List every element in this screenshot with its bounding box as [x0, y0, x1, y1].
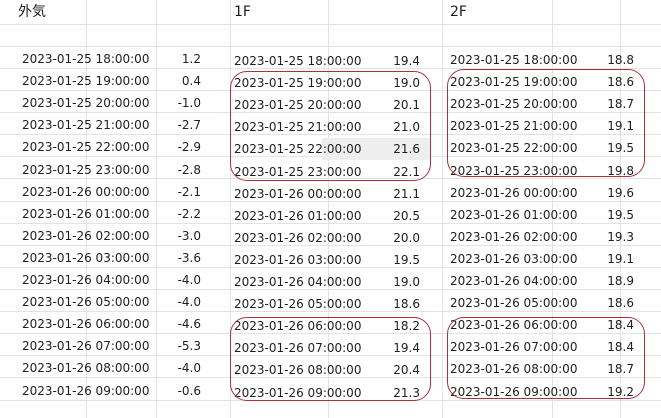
floor1-value-cell[interactable]: 20.0 [380, 231, 420, 245]
floor2-value-cell[interactable]: 19.6 [594, 186, 634, 200]
floor2-header[interactable]: 2F [450, 3, 467, 21]
grid-row-line [0, 245, 661, 246]
outside-value-cell[interactable]: -4.0 [161, 361, 201, 375]
outside-time-cell[interactable]: 2023-01-25 20:00:00 [22, 96, 149, 110]
outside-time-cell[interactable]: 2023-01-25 21:00:00 [22, 118, 149, 132]
outside-time-cell[interactable]: 2023-01-25 18:00:00 [22, 52, 149, 66]
outside-time-cell[interactable]: 2023-01-26 03:00:00 [22, 251, 149, 265]
grid-column-line [442, 0, 443, 418]
outside-time-cell[interactable]: 2023-01-26 06:00:00 [22, 317, 149, 331]
floor2-time-cell[interactable]: 2023-01-26 03:00:00 [450, 252, 577, 266]
floor2-time-cell[interactable]: 2023-01-26 04:00:00 [450, 274, 577, 288]
outside-time-cell[interactable]: 2023-01-26 09:00:00 [22, 384, 149, 398]
outside-value-cell[interactable]: -2.7 [161, 118, 201, 132]
highlight-circle-1f-evening [230, 71, 431, 181]
floor1-value-cell[interactable]: 21.1 [380, 187, 420, 201]
floor1-time-cell[interactable]: 2023-01-26 00:00:00 [234, 187, 361, 201]
floor2-value-cell[interactable]: 18.8 [594, 53, 634, 67]
outside-value-cell[interactable]: -1.0 [161, 96, 201, 110]
outside-time-cell[interactable]: 2023-01-26 02:00:00 [22, 229, 149, 243]
outside-time-cell[interactable]: 2023-01-25 22:00:00 [22, 140, 149, 154]
floor1-value-cell[interactable]: 19.0 [380, 275, 420, 289]
grid-row-line [0, 46, 661, 47]
highlight-circle-2f-evening [447, 69, 645, 177]
outside-time-cell[interactable]: 2023-01-26 05:00:00 [22, 295, 149, 309]
spreadsheet-grid: 外気 1F 2F 2023-01-25 18:00:00 1.2 2023-01-2… [0, 0, 661, 418]
floor2-time-cell[interactable]: 2023-01-26 00:00:00 [450, 186, 577, 200]
grid-row-line [0, 267, 661, 268]
outside-value-cell[interactable]: -4.0 [161, 273, 201, 287]
outside-value-cell[interactable]: -2.8 [161, 163, 201, 177]
grid-column-line [156, 0, 157, 418]
outside-time-cell[interactable]: 2023-01-26 08:00:00 [22, 361, 149, 375]
outside-time-cell[interactable]: 2023-01-26 01:00:00 [22, 207, 149, 221]
outside-value-cell[interactable]: 0.4 [161, 74, 201, 88]
grid-row-line [0, 201, 661, 202]
floor1-time-cell[interactable]: 2023-01-26 04:00:00 [234, 275, 361, 289]
floor1-value-cell[interactable]: 20.5 [380, 209, 420, 223]
outside-value-cell[interactable]: -3.0 [161, 229, 201, 243]
floor1-header[interactable]: 1F [234, 3, 251, 21]
floor2-value-cell[interactable]: 19.5 [594, 208, 634, 222]
floor2-time-cell[interactable]: 2023-01-26 05:00:00 [450, 296, 577, 310]
outside-time-cell[interactable]: 2023-01-25 19:00:00 [22, 74, 149, 88]
floor1-value-cell[interactable]: 19.4 [380, 54, 420, 68]
floor2-value-cell[interactable]: 19.1 [594, 252, 634, 266]
floor2-time-cell[interactable]: 2023-01-26 01:00:00 [450, 208, 577, 222]
outside-header[interactable]: 外気 [18, 3, 46, 21]
outside-value-cell[interactable]: -3.6 [161, 251, 201, 265]
highlight-circle-2f-morning [447, 317, 645, 399]
outside-value-cell[interactable]: -2.2 [161, 207, 201, 221]
grid-row-line [0, 311, 661, 312]
floor2-time-cell[interactable]: 2023-01-26 02:00:00 [450, 230, 577, 244]
outside-value-cell[interactable]: -2.1 [161, 185, 201, 199]
floor2-value-cell[interactable]: 18.9 [594, 274, 634, 288]
highlight-circle-1f-morning [230, 317, 431, 401]
grid-row-line [0, 24, 661, 25]
floor1-time-cell[interactable]: 2023-01-26 03:00:00 [234, 253, 361, 267]
outside-value-cell[interactable]: -5.3 [161, 339, 201, 353]
outside-value-cell[interactable]: -4.0 [161, 295, 201, 309]
outside-time-cell[interactable]: 2023-01-26 07:00:00 [22, 339, 149, 353]
floor2-value-cell[interactable]: 18.6 [594, 296, 634, 310]
outside-value-cell[interactable]: 1.2 [161, 52, 201, 66]
outside-value-cell[interactable]: -4.6 [161, 317, 201, 331]
outside-value-cell[interactable]: -2.9 [161, 140, 201, 154]
outside-time-cell[interactable]: 2023-01-26 04:00:00 [22, 273, 149, 287]
floor1-time-cell[interactable]: 2023-01-26 02:00:00 [234, 231, 361, 245]
floor1-time-cell[interactable]: 2023-01-25 18:00:00 [234, 54, 361, 68]
grid-row-line [0, 223, 661, 224]
floor1-value-cell[interactable]: 19.5 [380, 253, 420, 267]
outside-time-cell[interactable]: 2023-01-26 00:00:00 [22, 185, 149, 199]
grid-row-line [0, 289, 661, 290]
floor2-value-cell[interactable]: 19.3 [594, 230, 634, 244]
floor1-value-cell[interactable]: 18.6 [380, 297, 420, 311]
outside-value-cell[interactable]: -0.6 [161, 384, 201, 398]
floor2-time-cell[interactable]: 2023-01-25 18:00:00 [450, 53, 577, 67]
floor1-time-cell[interactable]: 2023-01-26 01:00:00 [234, 209, 361, 223]
outside-time-cell[interactable]: 2023-01-25 23:00:00 [22, 163, 149, 177]
floor1-time-cell[interactable]: 2023-01-26 05:00:00 [234, 297, 361, 311]
